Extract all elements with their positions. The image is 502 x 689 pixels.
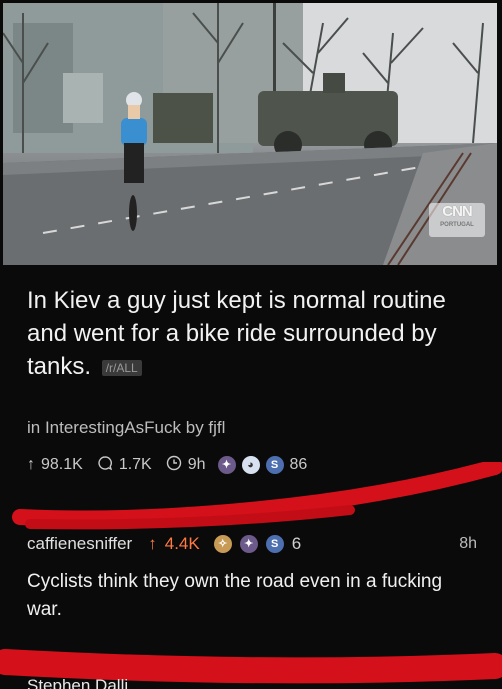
watermark-subtext: PORTUGAL xyxy=(440,222,474,228)
red-marker-scribble xyxy=(12,462,502,530)
comment-award-count: 6 xyxy=(291,534,302,553)
award-icon: ✦ xyxy=(239,535,258,553)
comment-upvote-count: 4.4K xyxy=(164,534,200,553)
comment-time: 8h xyxy=(459,535,477,552)
post-image[interactable]: CNN PORTUGAL xyxy=(3,3,497,265)
award-icon: S xyxy=(265,535,284,553)
comment-author[interactable]: caffienesniffer xyxy=(27,534,132,554)
comment-header: caffienesniffer ↑ 4.4K ✧ ✦ S 6 8h xyxy=(27,534,477,554)
next-comment-author[interactable]: Stephen Dalli xyxy=(27,676,128,689)
street-scene-illustration xyxy=(3,3,497,265)
watermark-text: CNN xyxy=(442,203,473,220)
upvote-arrow-icon[interactable]: ↑ xyxy=(148,534,157,554)
screenshot-frame: CNN PORTUGAL In Kiev a guy just kept is … xyxy=(0,0,502,689)
post-meta[interactable]: in InterestingAsFuck by fjfl xyxy=(27,418,225,438)
cnn-watermark-logo: CNN PORTUGAL xyxy=(429,203,485,237)
award-icon: ✧ xyxy=(213,535,232,553)
post-title-text: In Kiev a guy just kept is normal routin… xyxy=(27,287,446,380)
post-title[interactable]: In Kiev a guy just kept is normal routin… xyxy=(27,284,467,383)
comment-body: Cyclists think they own the road even in… xyxy=(27,571,443,620)
subreddit-tag[interactable]: /r/ALL xyxy=(101,359,142,376)
